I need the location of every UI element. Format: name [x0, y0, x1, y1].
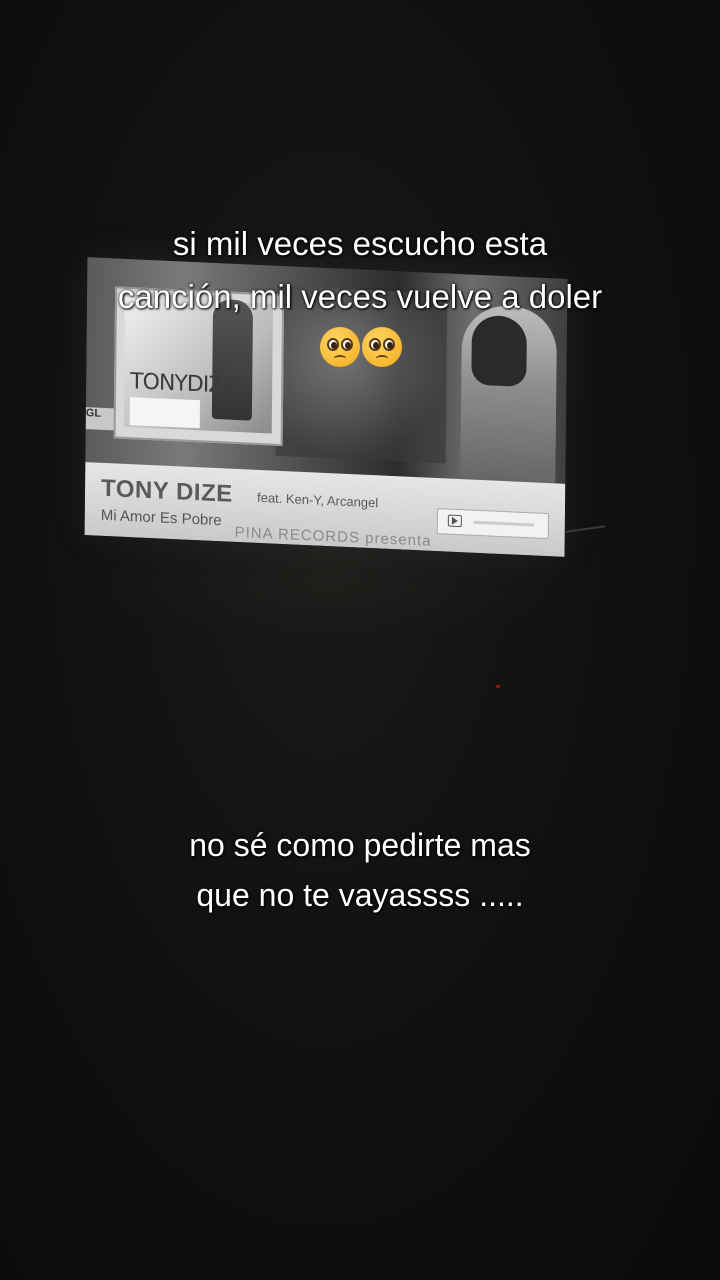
- pleading-face-icon: [320, 327, 360, 367]
- button-label-placeholder: [473, 520, 534, 527]
- song-title: Mi Amor Es Pobre: [100, 506, 222, 530]
- album-cover-block: [129, 397, 201, 429]
- bottom-caption-line-1: no sé como pedirte mas: [189, 827, 531, 863]
- red-light: [496, 685, 500, 688]
- play-icon: [447, 514, 462, 528]
- top-caption-text: si mil veces escucho esta canción, mil v…: [117, 225, 603, 315]
- top-caption: si mil veces escucho esta canción, mil v…: [0, 217, 720, 376]
- youtube-subscribe-button: [436, 508, 549, 540]
- bottom-caption-line-2: que no te vayassss .....: [196, 877, 524, 913]
- pleading-face-icon: [362, 327, 402, 367]
- artist-name: TONY DIZE: [100, 474, 233, 508]
- bottom-caption: no sé como pedirte mas que no te vayasss…: [0, 820, 720, 920]
- left-strip-text: GL: [85, 407, 114, 431]
- featuring-text: feat. Ken-Y, Arcangel: [256, 489, 379, 511]
